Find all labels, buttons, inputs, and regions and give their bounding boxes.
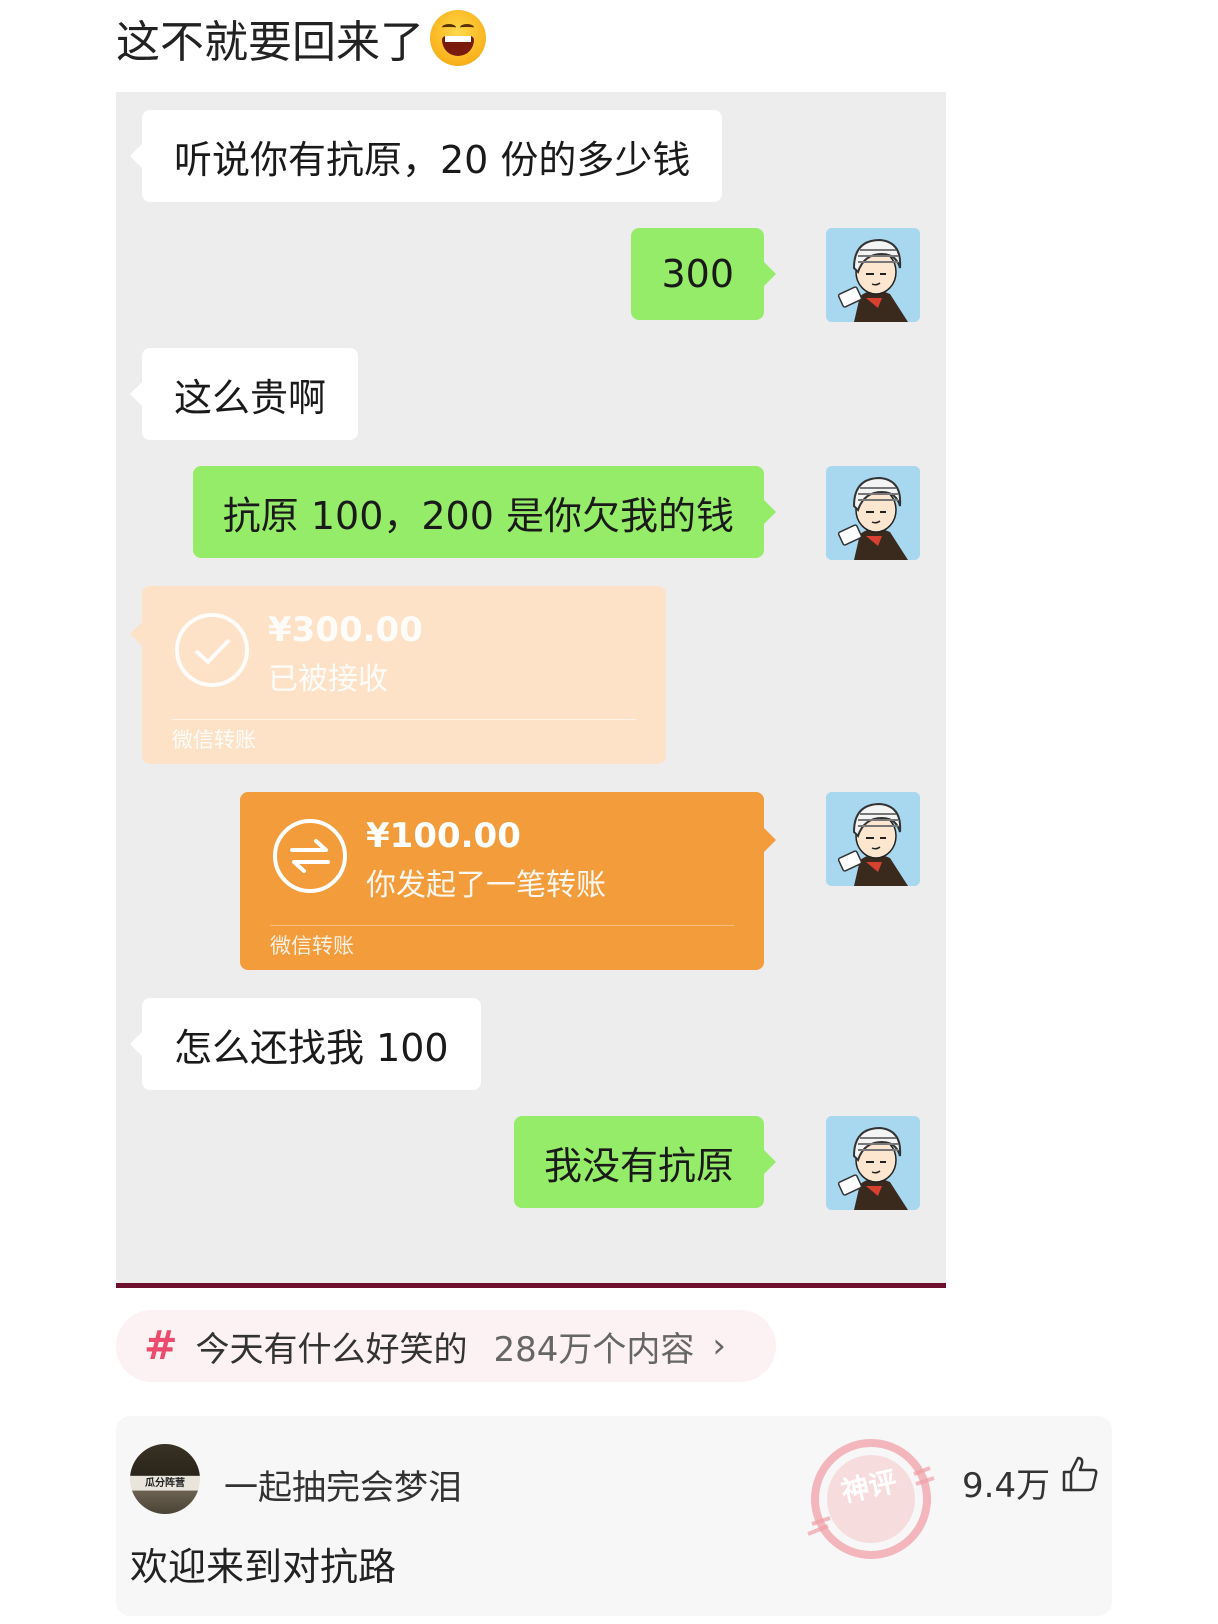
transfer-status: 已被接收 — [268, 662, 388, 697]
hashtag-icon: # — [144, 1323, 178, 1369]
divider — [172, 719, 636, 720]
message-text: 这么贵啊 — [174, 375, 327, 420]
hot-comment-card[interactable]: 瓜分阵营 一起抽完会梦泪 欢迎来到对抗路 9.4万 — [116, 1416, 1112, 1616]
comment-text: 欢迎来到对抗路 — [130, 1545, 397, 1589]
cartoon-avatar-icon — [826, 466, 920, 560]
chevron-right-icon: › — [712, 1326, 727, 1366]
topic-name: 今天有什么好笑的 — [195, 1329, 468, 1370]
message-text: 抗原 100，200 是你欠我的钱 — [222, 493, 734, 538]
message-bubble-outgoing: 300 — [631, 228, 776, 320]
thumbs-up-icon[interactable] — [1060, 1454, 1100, 1494]
avatar-sign-text: 瓜分阵营 — [145, 1478, 185, 1489]
cartoon-avatar-icon — [826, 792, 920, 886]
message-text: 我没有抗原 — [543, 1143, 734, 1188]
avatar[interactable] — [826, 1116, 920, 1210]
transfer-footer: 微信转账 — [270, 934, 354, 958]
message-text: 300 — [661, 252, 734, 296]
transfer-card-sent[interactable]: ¥100.00 你发起了一笔转账 微信转账 — [240, 792, 776, 970]
avatar[interactable] — [826, 228, 920, 322]
transfer-status: 你发起了一笔转账 — [366, 868, 606, 903]
divider — [270, 925, 734, 926]
message-text: 怎么还找我 100 — [174, 1025, 449, 1070]
message-bubble-incoming: 这么贵啊 — [129, 348, 359, 440]
transfer-footer: 微信转账 — [172, 728, 256, 752]
transfer-amount: ¥100.00 — [366, 816, 521, 856]
avatar[interactable] — [826, 792, 920, 886]
chat-screenshot: 听说你有抗原，20 份的多少钱 300 这么贵啊 抗原 100，200 是你欠我… — [116, 92, 946, 1288]
post-caption: 这不就要回来了 — [116, 8, 486, 68]
transfer-card-received[interactable]: ¥300.00 已被接收 微信转账 — [130, 586, 666, 764]
commenter-avatar[interactable]: 瓜分阵营 — [130, 1444, 200, 1514]
shenping-stamp-icon: 神评 — [807, 1439, 935, 1559]
message-bubble-incoming: 怎么还找我 100 — [130, 998, 481, 1090]
topic-content-count: 284万个内容 — [493, 1329, 695, 1370]
cartoon-avatar-icon — [826, 1116, 920, 1210]
transfer-amount: ¥300.00 — [268, 610, 423, 650]
cartoon-avatar-icon — [826, 228, 920, 322]
topic-tag-link[interactable]: # 今天有什么好笑的 284万个内容 › — [116, 1310, 776, 1382]
transfer-arrows-icon — [273, 819, 347, 893]
message-text: 听说你有抗原，20 份的多少钱 — [174, 137, 691, 182]
message-bubble-incoming: 听说你有抗原，20 份的多少钱 — [129, 110, 723, 202]
avatar[interactable] — [826, 466, 920, 560]
laughing-face-icon — [430, 10, 486, 66]
like-count: 9.4万 — [962, 1466, 1051, 1506]
commenter-username[interactable]: 一起抽完会梦泪 — [224, 1460, 462, 1509]
message-bubble-outgoing: 抗原 100，200 是你欠我的钱 — [192, 466, 777, 558]
message-bubble-outgoing: 我没有抗原 — [513, 1116, 777, 1208]
caption-text: 这不就要回来了 — [116, 17, 424, 68]
check-circle-icon — [175, 613, 249, 687]
